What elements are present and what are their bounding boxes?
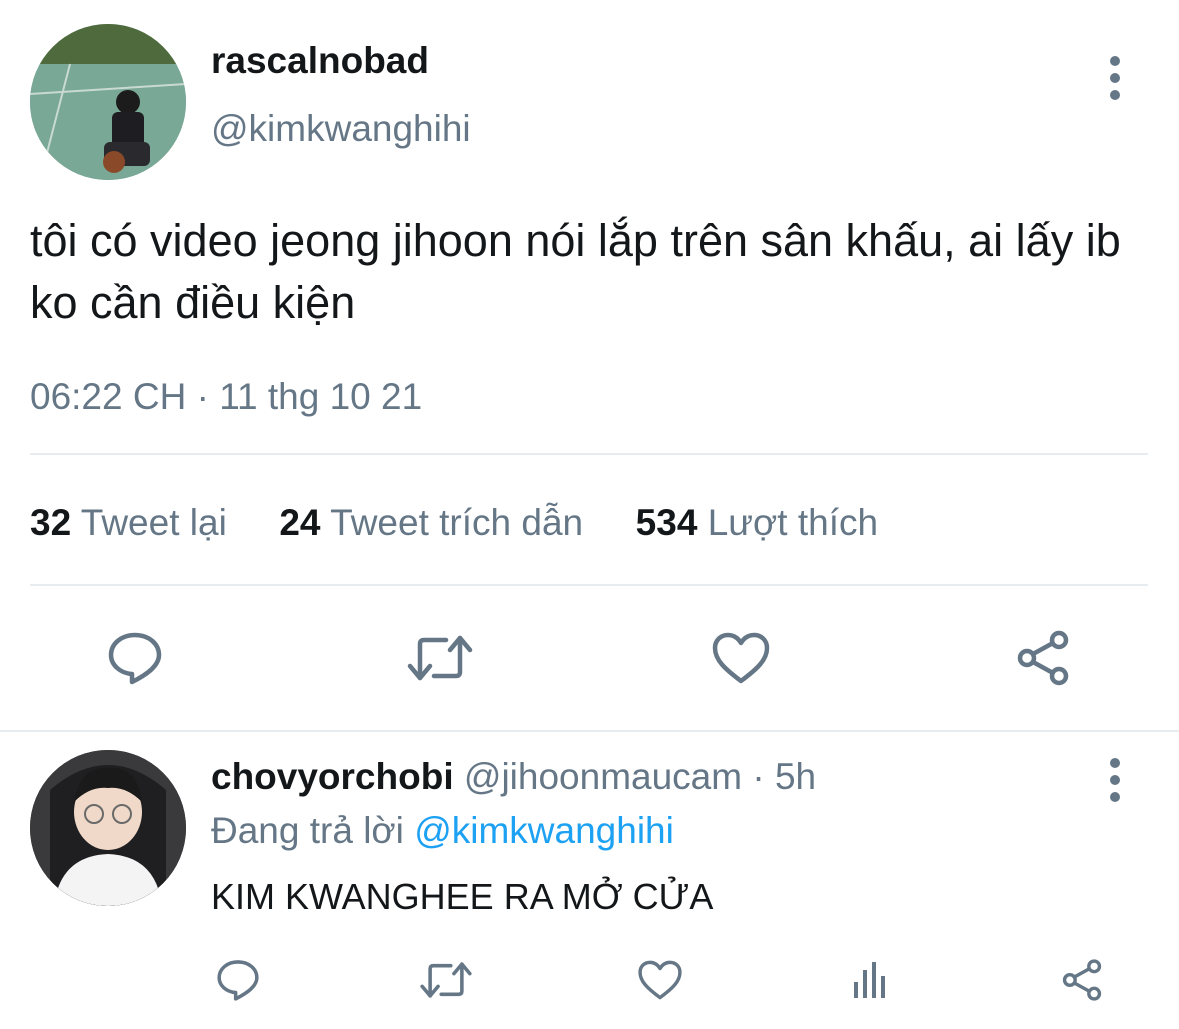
retweets-stat[interactable]: 32 Tweet lại <box>30 502 227 543</box>
analytics-icon <box>854 962 885 998</box>
reply-age: 5h <box>774 756 817 797</box>
quotes-label: Tweet trích dẫn <box>330 502 584 543</box>
meta-separator: · <box>196 376 209 417</box>
retweets-label: Tweet lại <box>80 502 227 543</box>
more-vertical-icon <box>1110 758 1120 768</box>
divider <box>0 730 1179 732</box>
replying-to: Đang trả lời @kimkwanghihi <box>211 810 674 852</box>
more-dot <box>1110 90 1120 100</box>
reply-separator: · <box>752 756 765 797</box>
likes-count: 534 <box>635 502 698 543</box>
divider <box>30 453 1148 455</box>
reply-reply-button[interactable] <box>210 954 266 1006</box>
share-icon <box>1062 959 1102 1001</box>
retweet-icon <box>407 635 473 681</box>
share-icon <box>1017 630 1069 686</box>
reply-more-options-button[interactable] <box>1105 758 1125 802</box>
reply-author-avatar-image <box>30 750 186 906</box>
heart-icon <box>638 960 682 1000</box>
tweet-date: 11 thg 10 21 <box>219 376 423 417</box>
reply-share-button[interactable] <box>1054 954 1110 1006</box>
more-dot <box>1110 775 1120 785</box>
more-dot <box>1110 73 1120 83</box>
reply-header: chovyorchobi @jihoonmaucam · 5h <box>211 756 816 798</box>
reply-button[interactable] <box>100 626 170 690</box>
author-handle[interactable]: @kimkwanghihi <box>211 108 471 150</box>
reply-display-name[interactable]: chovyorchobi <box>211 756 454 797</box>
author-display-name[interactable]: rascalnobad <box>211 40 429 82</box>
tweet-timestamp: 06:22 CH · 11 thg 10 21 <box>30 376 422 418</box>
reply-icon <box>108 632 162 685</box>
more-vertical-icon <box>1110 56 1120 66</box>
share-button[interactable] <box>1008 626 1078 690</box>
divider <box>30 584 1148 586</box>
author-avatar-image <box>30 24 186 180</box>
tweet-stats: 32 Tweet lại 24 Tweet trích dẫn 534 Lượt… <box>30 502 878 544</box>
retweets-count: 32 <box>30 502 72 543</box>
likes-label: Lượt thích <box>707 502 879 543</box>
more-options-button[interactable] <box>1105 56 1125 100</box>
retweet-button[interactable] <box>400 626 480 690</box>
reply-author-avatar[interactable] <box>30 750 186 906</box>
like-button[interactable] <box>706 626 776 690</box>
reply-analytics-button[interactable] <box>842 954 898 1006</box>
retweet-icon <box>420 962 472 998</box>
reply-handle[interactable]: @jihoonmaucam <box>464 756 742 797</box>
heart-icon <box>712 632 770 684</box>
reply-icon <box>217 960 259 1001</box>
reply-retweet-button[interactable] <box>416 954 476 1006</box>
replying-prefix: Đang trả lời <box>211 810 404 851</box>
quotes-count: 24 <box>279 502 321 543</box>
replying-to-mention[interactable]: @kimkwanghihi <box>414 810 674 851</box>
tweet-time: 06:22 CH <box>30 376 187 417</box>
quotes-stat[interactable]: 24 Tweet trích dẫn <box>279 502 583 543</box>
more-dot <box>1110 792 1120 802</box>
likes-stat[interactable]: 534 Lượt thích <box>636 502 878 543</box>
author-avatar[interactable] <box>30 24 186 180</box>
reply-text: KIM KWANGHEE RA MỞ CỬA <box>211 876 714 917</box>
reply-like-button[interactable] <box>632 954 688 1006</box>
tweet-text: tôi có video jeong jihoon nói lắp trên s… <box>30 215 1121 328</box>
